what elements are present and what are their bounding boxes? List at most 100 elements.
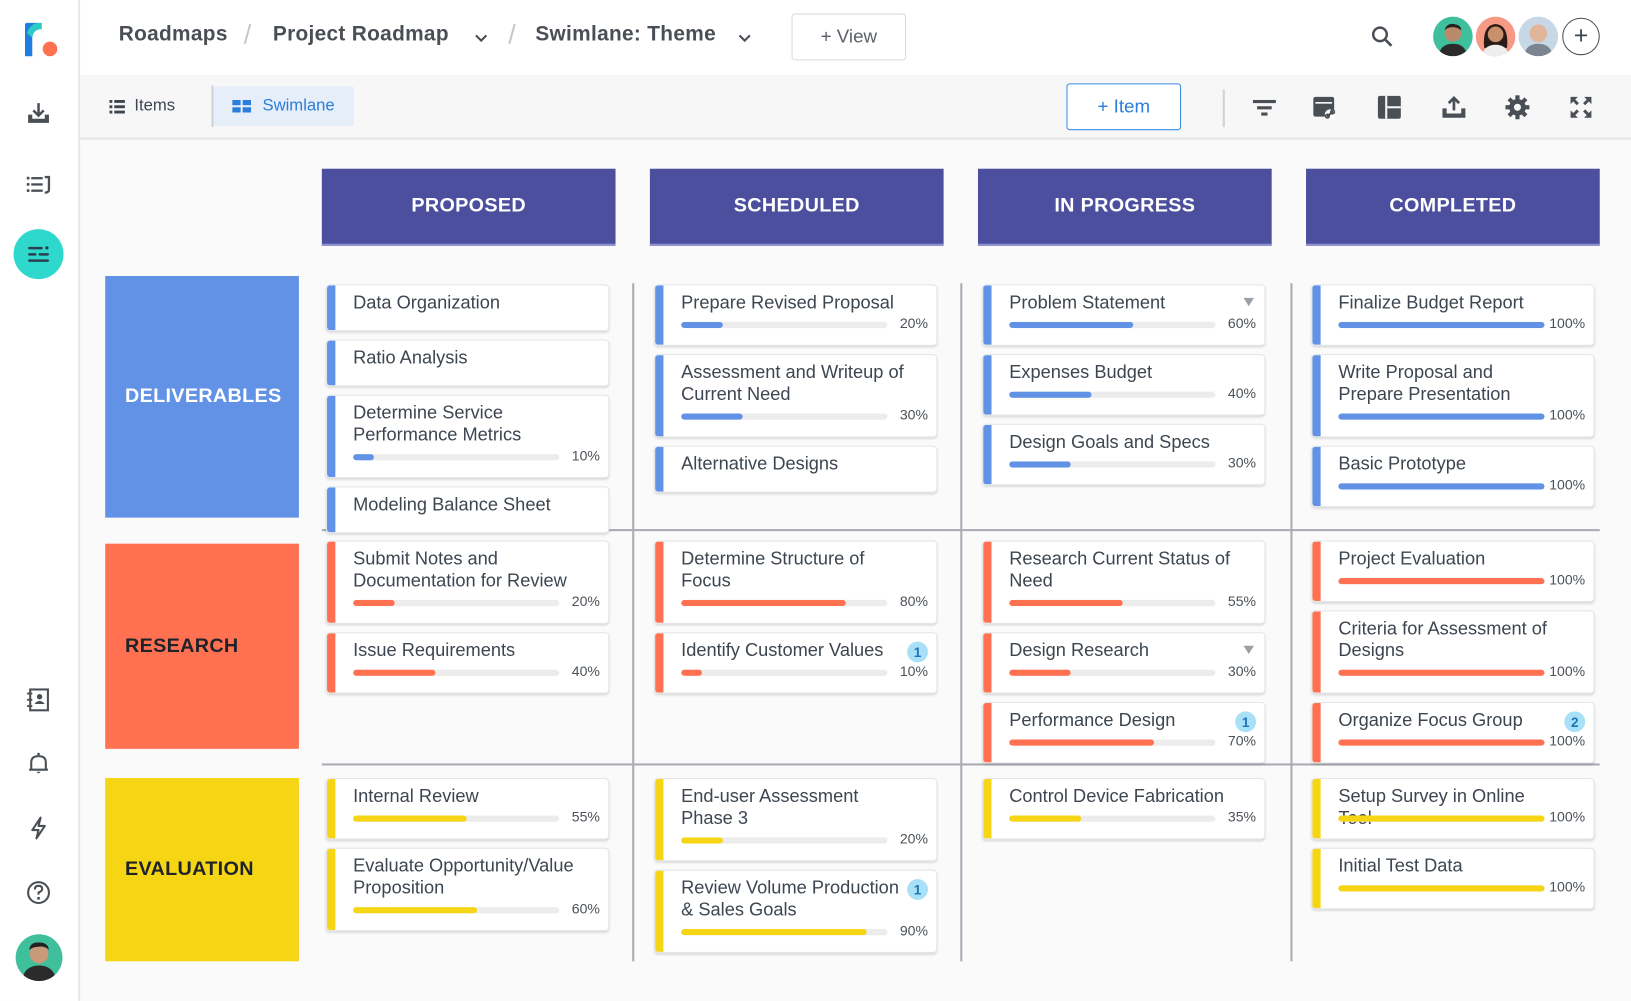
user-avatar[interactable] — [15, 934, 63, 982]
chevron-down-icon[interactable] — [736, 29, 753, 46]
lane-label-deliverables[interactable]: DELIVERABLES — [105, 275, 299, 518]
roadmap-card[interactable]: Evaluate Opportunity/Value Proposition 60… — [325, 847, 610, 932]
tab-swimlane[interactable]: Swimlane — [213, 86, 355, 127]
column-header-completed[interactable]: COMPLETED — [1306, 168, 1600, 246]
roadmap-card[interactable]: Performance Design 70% 1 — [982, 701, 1266, 764]
card-color-stripe — [655, 446, 664, 492]
progress-bar — [353, 815, 560, 822]
card-dropdown-caret-icon[interactable] — [1243, 297, 1254, 307]
progress-fill — [353, 454, 374, 461]
help-icon[interactable] — [23, 877, 54, 908]
roadmap-card[interactable]: Modeling Balance Sheet — [325, 486, 610, 534]
app-logo[interactable] — [23, 21, 58, 58]
roadmap-card[interactable]: Determine Structure of Focus 80% — [654, 540, 938, 624]
roadmap-card[interactable]: Write Proposal and Prepare Presentation 1… — [1311, 354, 1595, 438]
column-header-proposed[interactable]: PROPOSED — [321, 168, 616, 246]
comment-count-badge[interactable]: 1 — [1235, 711, 1257, 733]
roadmap-card[interactable]: Organize Focus Group 100% 2 — [1311, 701, 1595, 764]
lane-label-evaluation[interactable]: EVALUATION — [105, 778, 299, 962]
progress-percent: 60% — [1227, 315, 1257, 332]
roadmap-card[interactable]: Control Device Fabrication 35% — [982, 778, 1266, 840]
card-color-stripe — [983, 779, 992, 839]
roadmap-card[interactable]: Project Evaluation 100% — [1311, 540, 1595, 602]
card-color-stripe — [655, 541, 664, 623]
roadmap-card[interactable]: Review Volume Production & Sales Goals 90… — [654, 869, 938, 953]
roadmap-card[interactable]: Submit Notes and Documentation for Revie… — [325, 540, 610, 624]
tab-items[interactable]: Items — [109, 86, 175, 126]
roadmap-card[interactable]: Expenses Budget 40% — [982, 354, 1266, 416]
contacts-icon[interactable] — [23, 684, 54, 715]
breadcrumb-roadmaps[interactable]: Roadmaps — [119, 23, 228, 47]
progress-bar — [681, 669, 888, 676]
roadmap-card[interactable]: Finalize Budget Report 100% — [1311, 284, 1595, 346]
roadmap-card[interactable]: Identify Customer Values 10% 1 — [654, 632, 938, 694]
comment-count-badge[interactable]: 1 — [907, 879, 928, 900]
progress-bar — [681, 929, 888, 936]
breadcrumb-swimlane-theme[interactable]: Swimlane: Theme — [535, 23, 716, 47]
export-icon[interactable] — [1440, 94, 1467, 121]
card-title: Control Device Fabrication — [1009, 785, 1224, 807]
progress-percent: 100% — [1549, 571, 1586, 588]
collaborator-avatar[interactable] — [1518, 16, 1559, 57]
card-title: Initial Test Data — [1338, 855, 1463, 876]
roadmap-card[interactable]: Issue Requirements 40% — [325, 632, 610, 694]
calendar-link-icon[interactable] — [1311, 94, 1338, 121]
comment-count-badge[interactable]: 2 — [1564, 711, 1586, 733]
lightning-icon[interactable] — [23, 812, 54, 843]
card-title: Expenses Budget — [1009, 361, 1153, 383]
card-dropdown-caret-icon[interactable] — [1243, 645, 1254, 655]
progress-percent: 40% — [571, 663, 600, 680]
roadmap-card[interactable]: Criteria for Assessment of Designs 100% — [1311, 610, 1595, 694]
roadmap-card[interactable]: Problem Statement 60% — [982, 284, 1266, 346]
progress-percent: 55% — [1227, 593, 1257, 610]
column-header-in-progress[interactable]: IN PROGRESS — [977, 168, 1272, 246]
add-view-button[interactable]: + View — [791, 13, 907, 61]
card-title: Evaluate Opportunity/Value Proposition — [353, 855, 574, 898]
collaborator-avatar[interactable] — [1475, 16, 1516, 57]
progress-percent: 20% — [899, 831, 928, 847]
card-title: Project Evaluation — [1338, 547, 1486, 569]
breadcrumb-project-roadmap[interactable]: Project Roadmap — [273, 23, 449, 47]
roadmap-card[interactable]: Determine Service Performance Metrics 10% — [325, 394, 610, 479]
list-reorder-icon[interactable] — [23, 169, 54, 200]
roadmap-card[interactable]: Data Organization — [325, 284, 610, 332]
lane-label-research[interactable]: RESEARCH — [105, 543, 299, 749]
column-header-scheduled[interactable]: SCHEDULED — [649, 168, 944, 246]
roadmap-card[interactable]: End-user Assessment Phase 3 20% — [654, 778, 938, 862]
progress-percent: 80% — [899, 593, 928, 610]
roadmap-card[interactable]: Design Goals and Specs 30% — [982, 423, 1266, 486]
progress-bar — [1009, 461, 1216, 468]
card-title: Identify Customer Values — [681, 639, 884, 661]
card-title: Design Research — [1009, 639, 1150, 661]
search-icon[interactable] — [1371, 25, 1394, 48]
roadmap-card[interactable]: Research Current Status of Need 55% — [982, 540, 1266, 624]
roadmap-card[interactable]: Internal Review 55% — [325, 778, 610, 840]
roadmap-card[interactable]: Assessment and Writeup of Current Need 30… — [654, 354, 938, 438]
bell-icon[interactable] — [23, 748, 54, 779]
roadmap-card[interactable]: Alternative Designs — [654, 445, 938, 493]
add-item-button[interactable]: + Item — [1066, 83, 1182, 131]
card-title: Criteria for Assessment of Designs — [1338, 617, 1548, 661]
import-icon[interactable] — [23, 98, 54, 129]
progress-percent: 100% — [1549, 315, 1586, 332]
roadmap-card[interactable]: Design Research 30% — [982, 632, 1266, 694]
card-color-stripe — [327, 848, 336, 931]
card-color-stripe — [1312, 285, 1321, 345]
roadmap-card[interactable]: Initial Test Data 100% — [1311, 847, 1595, 910]
card-title: Determine Service Performance Metrics — [353, 402, 522, 445]
progress-percent: 100% — [1549, 809, 1586, 825]
add-collaborator-button[interactable]: + — [1562, 17, 1600, 56]
filter-icon[interactable] — [1251, 94, 1278, 121]
chevron-down-icon[interactable] — [473, 29, 490, 46]
roadmap-active-icon[interactable] — [13, 229, 64, 280]
roadmap-card[interactable]: Prepare Revised Proposal 20% — [654, 284, 938, 346]
progress-percent: 30% — [1227, 455, 1257, 471]
collaborator-avatar[interactable] — [1433, 16, 1473, 57]
settings-icon[interactable] — [1504, 94, 1531, 121]
fullscreen-icon[interactable] — [1567, 94, 1594, 121]
comment-count-badge[interactable]: 1 — [907, 641, 928, 663]
roadmap-card[interactable]: Basic Prototype 100% — [1311, 445, 1595, 508]
layout-icon[interactable] — [1376, 94, 1403, 121]
roadmap-card[interactable]: Ratio Analysis — [325, 339, 610, 387]
roadmap-card[interactable]: Setup Survey in Online Tool 100% — [1311, 778, 1595, 840]
